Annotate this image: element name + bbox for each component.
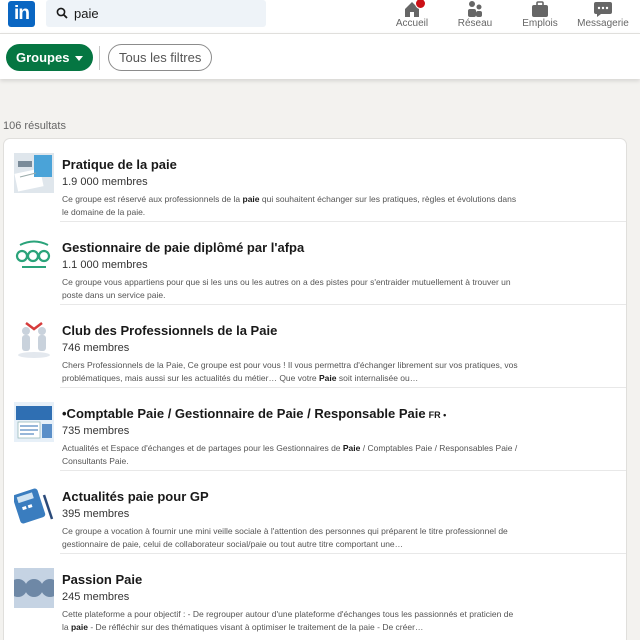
search-icon — [56, 7, 68, 19]
nav-messaging[interactable]: Messagerie — [576, 0, 630, 33]
group-thumbnail-passion[interactable] — [14, 568, 54, 608]
group-thumbnail-paie[interactable] — [14, 153, 54, 193]
group-title[interactable]: Actualités paie pour GP — [62, 489, 209, 504]
group-title[interactable]: Gestionnaire de paie diplômé par l'afpa — [62, 240, 304, 255]
group-thumbnail-figures[interactable] — [14, 319, 54, 359]
group-description: Chers Professionnels de la Paie, Ce grou… — [62, 360, 518, 383]
messaging-icon — [594, 2, 612, 17]
group-result[interactable]: Actualités paie pour GP 395 membres Ce g… — [4, 471, 626, 554]
group-result[interactable]: Club des Professionnels de la Paie 746 m… — [4, 305, 626, 388]
group-result[interactable]: Pratique de la paie 1.9 000 membres Ce g… — [4, 139, 626, 222]
top-navigation: in paie Accueil Réseau Emplois Messageri… — [0, 0, 640, 33]
filter-divider — [99, 46, 100, 70]
nav-jobs[interactable]: Emplois — [518, 0, 562, 33]
nav-home[interactable]: Accueil — [392, 0, 432, 33]
group-members: 1.1 000 membres — [62, 259, 148, 271]
nav-network[interactable]: Réseau — [455, 0, 495, 33]
group-title[interactable]: Passion Paie — [62, 572, 142, 587]
group-description: Ce groupe a vocation à fournir une mini … — [62, 526, 508, 549]
group-description: Ce groupe vous appartiens pour que si le… — [62, 277, 511, 300]
group-description: Ce groupe est réservé aux professionnels… — [62, 194, 517, 217]
group-result[interactable]: •Comptable Paie / Gestionnaire de Paie /… — [4, 388, 626, 471]
afpa-logo[interactable] — [14, 236, 54, 276]
group-thumbnail-comptable[interactable] — [14, 402, 54, 442]
group-members: 746 membres — [62, 342, 130, 354]
flag-fr-label: FR • — [428, 410, 447, 420]
group-result[interactable]: Gestionnaire de paie diplômé par l'afpa … — [4, 222, 626, 305]
group-result[interactable]: Passion Paie 245 membres Cette plateform… — [4, 554, 626, 637]
group-members: 245 membres — [62, 591, 130, 603]
nav-jobs-label: Emplois — [522, 18, 558, 29]
nav-messaging-label: Messagerie — [577, 18, 629, 29]
group-description: Cette plateforme a pour objectif : - De … — [62, 609, 514, 632]
calculator-thumbnail[interactable] — [14, 485, 54, 525]
nav-network-label: Réseau — [457, 18, 493, 29]
briefcase-icon — [532, 1, 548, 17]
all-filters-button[interactable]: Tous les filtres — [108, 44, 213, 71]
group-members: 1.9 000 membres — [62, 176, 148, 188]
group-members: 395 membres — [62, 508, 130, 520]
linkedin-logo[interactable]: in — [8, 1, 35, 27]
results-count: 106 résultats — [3, 120, 66, 132]
group-description: Actualités et Espace d'échanges et de pa… — [62, 443, 518, 466]
caret-down-icon — [75, 56, 84, 62]
nav-home-label: Accueil — [395, 18, 429, 29]
results-list: Pratique de la paie 1.9 000 membres Ce g… — [4, 139, 626, 640]
group-title[interactable]: Pratique de la paie — [62, 157, 177, 172]
search-query[interactable]: paie — [74, 6, 99, 21]
group-title[interactable]: •Comptable Paie / Gestionnaire de Paie /… — [62, 406, 446, 421]
groups-filter-label: Groupes — [16, 50, 70, 65]
filter-bar: Groupes Tous les filtres — [0, 33, 640, 79]
network-icon — [468, 1, 482, 17]
search-bar[interactable]: paie — [46, 0, 266, 27]
group-members: 735 membres — [62, 425, 130, 437]
notification-badge — [415, 0, 426, 9]
group-title[interactable]: Club des Professionnels de la Paie — [62, 323, 277, 338]
groups-filter-button[interactable]: Groupes — [6, 44, 94, 71]
